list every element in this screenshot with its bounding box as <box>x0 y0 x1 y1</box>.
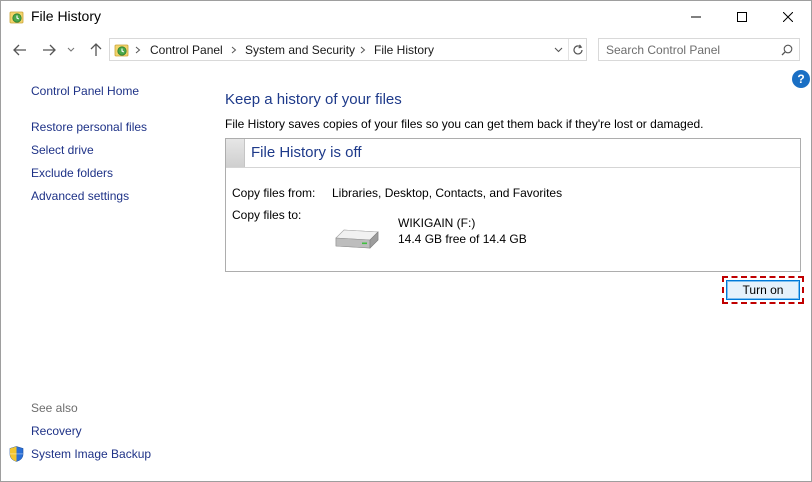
status-panel: File History is off Copy files from: Lib… <box>225 138 801 272</box>
search-input[interactable] <box>606 42 776 57</box>
search-box[interactable] <box>598 38 800 61</box>
arrow-up-icon <box>90 43 102 56</box>
maximize-icon <box>737 11 747 22</box>
close-icon <box>783 11 793 22</box>
address-bar[interactable]: Control Panel System and Security File H… <box>109 38 587 61</box>
file-history-icon <box>114 42 130 58</box>
breadcrumb-control-panel[interactable]: Control Panel <box>150 43 223 57</box>
copy-to-label: Copy files to: <box>232 208 302 222</box>
arrow-right-icon <box>43 44 56 56</box>
arrow-left-icon <box>13 44 26 56</box>
refresh-icon <box>573 43 583 55</box>
up-button[interactable] <box>86 40 106 60</box>
breadcrumb-system-and-security[interactable]: System and Security <box>245 43 355 57</box>
chevron-down-icon <box>554 47 562 53</box>
minimize-icon <box>691 16 701 17</box>
page-title: Keep a history of your files <box>225 91 402 108</box>
drive-free-space: 14.4 GB free of 14.4 GB <box>398 232 527 246</box>
copy-from-label: Copy files from: <box>232 186 316 200</box>
link-system-image-backup[interactable]: System Image Backup <box>31 447 151 461</box>
copy-from-value: Libraries, Desktop, Contacts, and Favori… <box>332 186 563 200</box>
window-title: File History <box>31 8 102 24</box>
file-history-icon <box>9 9 25 25</box>
breadcrumb-separator-icon[interactable] <box>229 43 239 57</box>
help-icon[interactable]: ? <box>792 70 810 88</box>
close-button[interactable] <box>765 1 811 32</box>
chevron-down-icon <box>67 47 75 52</box>
link-advanced-settings[interactable]: Advanced settings <box>31 189 129 203</box>
refresh-button[interactable] <box>568 39 587 60</box>
address-dropdown-button[interactable] <box>550 41 566 59</box>
breadcrumb-separator-icon[interactable] <box>358 43 368 57</box>
maximize-button[interactable] <box>719 1 765 32</box>
forward-button[interactable] <box>39 40 59 60</box>
link-control-panel-home[interactable]: Control Panel Home <box>31 84 139 98</box>
minimize-button[interactable] <box>673 1 719 32</box>
title-bar: File History <box>1 1 811 33</box>
drive-name: WIKIGAIN (F:) <box>398 216 476 230</box>
navigation-bar: Control Panel System and Security File H… <box>1 33 811 67</box>
back-button[interactable] <box>10 40 30 60</box>
turn-on-button[interactable]: Turn on <box>726 280 800 300</box>
drive-icon <box>334 226 380 252</box>
status-header: File History is off <box>226 139 800 168</box>
page-description: File History saves copies of your files … <box>225 117 704 131</box>
link-select-drive[interactable]: Select drive <box>31 143 94 157</box>
breadcrumb-separator-icon[interactable] <box>133 43 143 57</box>
turn-on-highlight: Turn on <box>722 276 804 304</box>
breadcrumb-file-history[interactable]: File History <box>374 43 434 57</box>
link-exclude-folders[interactable]: Exclude folders <box>31 166 113 180</box>
status-indicator <box>226 139 245 167</box>
link-restore-personal-files[interactable]: Restore personal files <box>31 120 147 134</box>
see-also-label: See also <box>31 401 78 415</box>
search-icon[interactable] <box>779 42 795 58</box>
status-title: File History is off <box>251 144 362 161</box>
shield-icon <box>9 446 24 462</box>
file-history-window: File History Control Panel System and Se… <box>0 0 812 482</box>
recent-locations-button[interactable] <box>64 40 78 60</box>
link-recovery[interactable]: Recovery <box>31 424 82 438</box>
